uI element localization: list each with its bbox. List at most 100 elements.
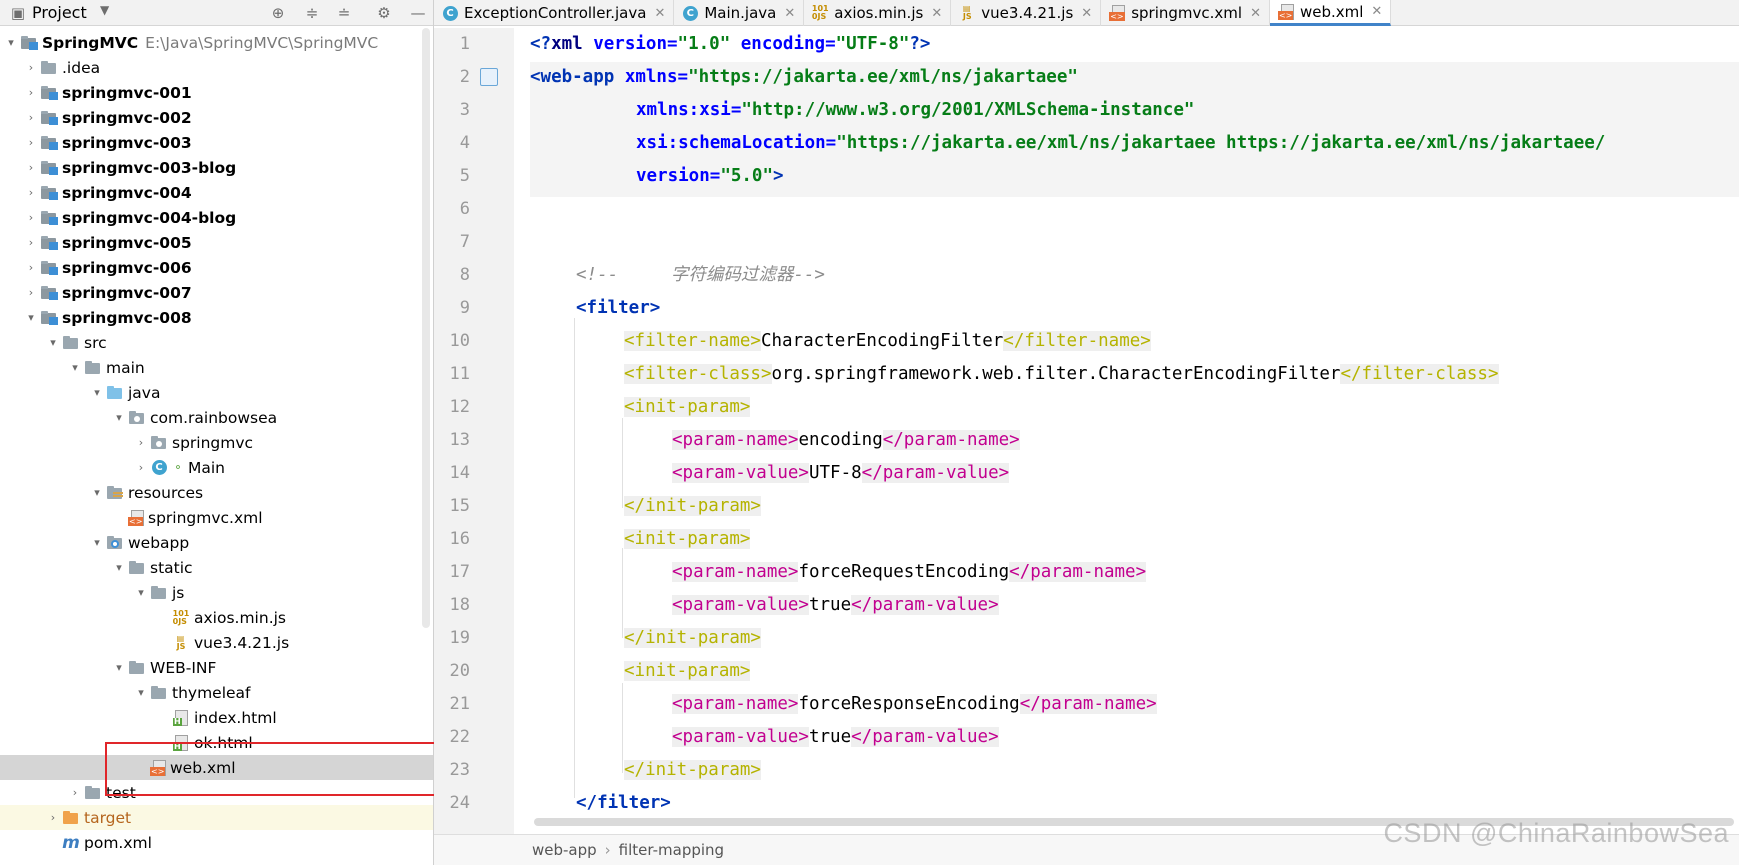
tree-item-static[interactable]: ▾ static — [0, 555, 433, 580]
tab-main-java[interactable]: C Main.java ✕ — [674, 0, 805, 26]
module-folder-icon — [20, 35, 38, 51]
collapse-all-icon[interactable]: ≐ — [334, 3, 354, 23]
chevron-down-icon[interactable]: ▾ — [110, 661, 128, 674]
chevron-right-icon[interactable]: › — [22, 186, 40, 199]
tree-item-springmvc-007[interactable]: › springmvc-007 — [0, 280, 433, 305]
token: "1.0" — [677, 34, 731, 54]
chevron-right-icon[interactable]: › — [22, 211, 40, 224]
tree-item-vue-js[interactable]: · ▤JS vue3.4.21.js — [0, 630, 433, 655]
tree-item-webapp[interactable]: ▾ webapp — [0, 530, 433, 555]
tree-item-index-html[interactable]: · index.html — [0, 705, 433, 730]
close-icon[interactable]: ✕ — [654, 6, 665, 21]
tree-item-springmvc-008[interactable]: ▾ springmvc-008 — [0, 305, 433, 330]
close-icon[interactable]: ✕ — [931, 6, 942, 21]
chevron-down-icon[interactable]: ▾ — [88, 386, 106, 399]
chevron-right-icon[interactable]: › — [132, 436, 150, 449]
tree-item-springmvc-004-blog[interactable]: › springmvc-004-blog — [0, 205, 433, 230]
tab-exception-controller[interactable]: C ExceptionController.java ✕ — [434, 0, 675, 26]
tree-item-test[interactable]: › test — [0, 780, 433, 805]
breadcrumb-item[interactable]: filter-mapping — [619, 841, 724, 859]
chevron-down-icon[interactable]: ▾ — [44, 336, 62, 349]
line-number: 13 — [449, 430, 470, 450]
close-icon[interactable]: ✕ — [1371, 4, 1382, 19]
chevron-down-icon[interactable]: ▾ — [132, 686, 150, 699]
locate-icon[interactable]: ⊕ — [268, 3, 288, 23]
tree-item-src[interactable]: ▾ src — [0, 330, 433, 355]
tree-item-idea[interactable]: › .idea — [0, 55, 433, 80]
chevron-down-icon[interactable]: ▾ — [22, 311, 40, 324]
tree-item-target[interactable]: › target — [0, 805, 433, 830]
minimize-icon[interactable]: — — [408, 3, 428, 23]
close-icon[interactable]: ✕ — [1081, 6, 1092, 21]
tree-item-springmvc-xml[interactable]: · springmvc.xml — [0, 505, 433, 530]
tree-scrollbar[interactable] — [422, 28, 430, 628]
line-number: 21 — [449, 694, 470, 714]
tree-item-springmvc-005[interactable]: › springmvc-005 — [0, 230, 433, 255]
tree-item-thymeleaf[interactable]: ▾ thymeleaf — [0, 680, 433, 705]
tree-item-web-inf[interactable]: ▾ WEB-INF — [0, 655, 433, 680]
close-icon[interactable]: ✕ — [784, 6, 795, 21]
gear-icon[interactable]: ⚙ — [374, 3, 394, 23]
chevron-down-icon[interactable]: ▾ — [110, 561, 128, 574]
line-number: 14 — [449, 463, 470, 483]
chevron-right-icon[interactable]: › — [22, 236, 40, 249]
tree-item-com-rainbowsea[interactable]: ▾ com.rainbowsea — [0, 405, 433, 430]
tree-item-pom-xml[interactable]: · m pom.xml — [0, 830, 433, 855]
tab-web-xml[interactable]: web.xml ✕ — [1269, 0, 1392, 26]
chevron-right-icon[interactable]: › — [66, 786, 84, 799]
tree-item-label: com.rainbowsea — [150, 408, 278, 427]
code-line: xmlns:xsi="http://www.w3.org/2001/XMLSch… — [636, 94, 1194, 127]
project-view-title[interactable]: Project — [32, 3, 87, 22]
chevron-right-icon[interactable]: › — [22, 261, 40, 274]
tree-item-springmvc-004[interactable]: › springmvc-004 — [0, 180, 433, 205]
chevron-down-icon[interactable]: ▼ — [100, 3, 109, 17]
chevron-right-icon[interactable]: › — [132, 461, 150, 474]
web-descriptor-gutter-icon[interactable] — [480, 68, 498, 86]
tab-vue-js[interactable]: ▤ JS vue3.4.21.js ✕ — [951, 0, 1102, 26]
tree-item-springmvc-002[interactable]: › springmvc-002 — [0, 105, 433, 130]
tree-item-main[interactable]: ▾ main — [0, 355, 433, 380]
tree-item-web-xml[interactable]: · web.xml — [0, 755, 433, 780]
tree-item-springmvc-package[interactable]: › springmvc — [0, 430, 433, 455]
chevron-right-icon[interactable]: › — [22, 111, 40, 124]
tree-item-ok-html[interactable]: · ok.html — [0, 730, 433, 755]
chevron-right-icon[interactable]: › — [22, 286, 40, 299]
chevron-right-icon: › — [604, 841, 611, 859]
code-line: </init-param> — [624, 622, 761, 655]
tree-item-springmvc-001[interactable]: › springmvc-001 — [0, 80, 433, 105]
chevron-down-icon[interactable]: ▾ — [66, 361, 84, 374]
folder-icon — [128, 660, 146, 676]
tree-item-springmvc-003-blog[interactable]: › springmvc-003-blog — [0, 155, 433, 180]
chevron-down-icon[interactable]: ▾ — [2, 36, 20, 49]
expand-all-icon[interactable]: ≑ — [302, 3, 322, 23]
tree-item-springmvc-root[interactable]: ▾ SpringMVC E:\Java\SpringMVC\SpringMVC — [0, 30, 433, 55]
code-line: </init-param> — [624, 490, 761, 523]
chevron-down-icon[interactable]: ▾ — [88, 486, 106, 499]
tree-item-main-class[interactable]: › C ⚬ Main — [0, 455, 433, 480]
chevron-right-icon[interactable]: › — [22, 161, 40, 174]
tree-item-springmvc-006[interactable]: › springmvc-006 — [0, 255, 433, 280]
token: </param-value> — [861, 463, 1010, 483]
chevron-down-icon[interactable]: ▾ — [88, 536, 106, 549]
tree-item-java[interactable]: ▾ java — [0, 380, 433, 405]
line-number: 1 — [459, 34, 470, 54]
chevron-right-icon[interactable]: › — [44, 811, 62, 824]
token: <init-param> — [624, 529, 751, 549]
chevron-down-icon[interactable]: ▾ — [110, 411, 128, 424]
code-line: </init-param> — [624, 754, 761, 787]
tree-item-axios-min-js[interactable]: · 1010JS axios.min.js — [0, 605, 433, 630]
chevron-right-icon[interactable]: › — [22, 136, 40, 149]
code-line: <param-value>UTF-8</param-value> — [672, 457, 1010, 490]
chevron-down-icon[interactable]: ▾ — [132, 586, 150, 599]
tree-item-js[interactable]: ▾ js — [0, 580, 433, 605]
chevron-right-icon[interactable]: › — [22, 86, 40, 99]
tab-springmvc-xml[interactable]: springmvc.xml ✕ — [1101, 0, 1270, 26]
tab-axios-min-js[interactable]: 101 0JS axios.min.js ✕ — [804, 0, 952, 26]
breadcrumb-item[interactable]: web-app — [532, 841, 597, 859]
close-icon[interactable]: ✕ — [1250, 6, 1261, 21]
chevron-right-icon[interactable]: › — [22, 61, 40, 74]
tree-item-springmvc-003[interactable]: › springmvc-003 — [0, 130, 433, 155]
tree-item-resources[interactable]: ▾ resources — [0, 480, 433, 505]
code-editor[interactable]: <?xml version="1.0" encoding="UTF-8"?> <… — [514, 28, 1739, 834]
token: version — [636, 166, 710, 186]
